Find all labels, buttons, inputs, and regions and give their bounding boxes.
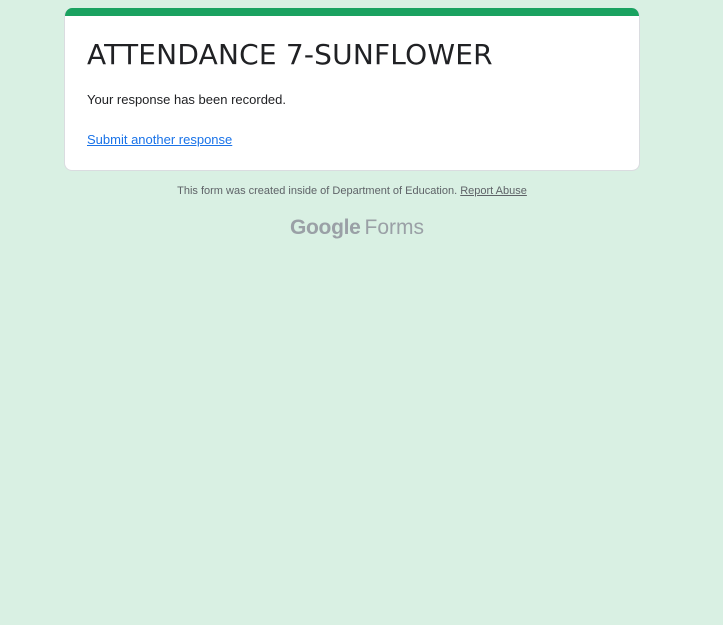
google-forms-logo[interactable]: Google Forms bbox=[290, 216, 424, 240]
confirmation-card: ATTENDANCE 7-SUNFLOWER Your response has… bbox=[64, 8, 640, 171]
page: ATTENDANCE 7-SUNFLOWER Your response has… bbox=[0, 0, 723, 625]
footer-disclaimer: This form was created inside of Departme… bbox=[0, 185, 704, 197]
submit-another-response-link[interactable]: Submit another response bbox=[87, 132, 232, 147]
card-accent-bar bbox=[65, 8, 639, 16]
footer-created-text: This form was created inside of Departme… bbox=[177, 185, 458, 197]
confirmation-message: Your response has been recorded. bbox=[87, 92, 286, 107]
report-abuse-link[interactable]: Report Abuse bbox=[460, 185, 527, 197]
google-logo-text: Google bbox=[290, 216, 361, 239]
forms-logo-text: Forms bbox=[364, 216, 425, 239]
form-title: ATTENDANCE 7-SUNFLOWER bbox=[87, 38, 493, 71]
